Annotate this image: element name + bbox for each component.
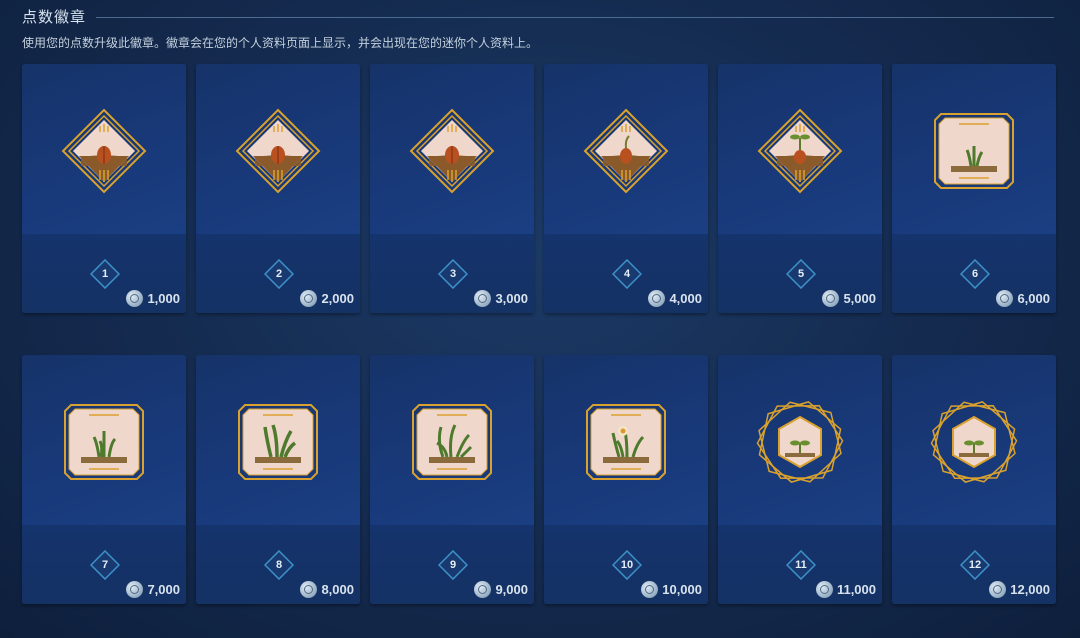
- badge-cost-value: 9,000: [495, 582, 528, 597]
- steam-points-coin-icon: [815, 581, 833, 598]
- steam-points-coin-icon: [126, 290, 144, 307]
- badge-cost-value: 4,000: [669, 291, 702, 306]
- badge-card-level-9[interactable]: 9 9,000: [370, 355, 534, 604]
- badge-level-number: 10: [620, 559, 634, 571]
- badge-level-number: 9: [449, 559, 457, 571]
- badge-image-octagon-frame: [64, 404, 144, 480]
- steam-points-coin-icon: [989, 581, 1007, 598]
- badge-card-level-7[interactable]: 7 7,000: [22, 355, 186, 604]
- badge-grid: 1 1,000 2 2,000 3 3,000 4 4,000 5 5,000 6 6,000 7 7,0…: [22, 64, 1056, 604]
- badge-card-level-2[interactable]: 2 2,000: [196, 64, 360, 313]
- badge-cost: 6,000: [996, 290, 1050, 307]
- section-subtitle: 使用您的点数升级此徽章。徽章会在您的个人资料页面上显示，并会出现在您的迷你个人资…: [22, 36, 539, 50]
- section-title: 点数徽章: [22, 8, 87, 26]
- steam-points-coin-icon: [300, 290, 318, 307]
- badge-level-number: 4: [623, 268, 631, 280]
- badge-image-octagon-frame: [934, 113, 1014, 189]
- badge-cost: 1,000: [126, 290, 180, 307]
- badge-cost-value: 1,000: [147, 291, 180, 306]
- badge-cost-value: 8,000: [321, 582, 354, 597]
- badge-image-diamond-frame: [61, 108, 147, 194]
- badge-image-octagon-frame: [412, 404, 492, 480]
- badge-cost-value: 5,000: [843, 291, 876, 306]
- badge-cost: 2,000: [300, 290, 354, 307]
- badge-level-number: 6: [971, 268, 979, 280]
- badge-cost-value: 7,000: [147, 582, 180, 597]
- badge-image-diamond-frame: [757, 108, 843, 194]
- badge-cost: 7,000: [126, 581, 180, 598]
- badge-cost-value: 10,000: [662, 582, 702, 597]
- badge-card-level-12[interactable]: 12 12,000: [892, 355, 1056, 604]
- badge-cost: 11,000: [815, 581, 876, 598]
- badge-cost-value: 3,000: [495, 291, 528, 306]
- section-header: 点数徽章 使用您的点数升级此徽章。徽章会在您的个人资料页面上显示，并会出现在您的…: [22, 6, 1054, 51]
- badge-image-octagon-frame: [238, 404, 318, 480]
- badge-level-number: 7: [101, 559, 109, 571]
- badge-cost: 10,000: [641, 581, 702, 598]
- badge-cost-value: 11,000: [836, 582, 876, 597]
- steam-points-coin-icon: [822, 290, 840, 307]
- steam-points-coin-icon: [641, 581, 659, 598]
- steam-points-coin-icon: [300, 581, 318, 598]
- steam-points-coin-icon: [126, 581, 144, 598]
- badge-image-hexagon-frame: [756, 401, 844, 483]
- badge-image-diamond-frame: [583, 108, 669, 194]
- badge-level-number: 11: [795, 559, 807, 571]
- title-divider: [96, 16, 1054, 18]
- badge-cost: 5,000: [822, 290, 876, 307]
- badge-cost: 12,000: [989, 581, 1050, 598]
- badge-cost: 8,000: [300, 581, 354, 598]
- badge-level-number: 2: [275, 268, 283, 280]
- badge-level-number: 1: [101, 268, 109, 280]
- steam-points-coin-icon: [996, 290, 1014, 307]
- badge-image-diamond-frame: [235, 108, 321, 194]
- badge-card-level-4[interactable]: 4 4,000: [544, 64, 708, 313]
- badge-cost: 9,000: [474, 581, 528, 598]
- badge-card-level-6[interactable]: 6 6,000: [892, 64, 1056, 313]
- badge-level-number: 3: [449, 268, 457, 280]
- badge-level-number: 8: [275, 559, 283, 571]
- badge-image-octagon-frame: [586, 404, 666, 480]
- badge-cost: 4,000: [648, 290, 702, 307]
- badge-image-diamond-frame: [409, 108, 495, 194]
- steam-points-coin-icon: [648, 290, 666, 307]
- badge-level-number: 5: [797, 268, 805, 280]
- steam-points-coin-icon: [474, 290, 492, 307]
- badge-card-level-11[interactable]: 11 11,000: [718, 355, 882, 604]
- badge-card-level-1[interactable]: 1 1,000: [22, 64, 186, 313]
- badge-cost: 3,000: [474, 290, 528, 307]
- steam-points-coin-icon: [474, 581, 492, 598]
- badge-card-level-3[interactable]: 3 3,000: [370, 64, 534, 313]
- badge-cost-value: 12,000: [1010, 582, 1050, 597]
- badge-level-number: 12: [968, 559, 982, 571]
- badge-card-level-8[interactable]: 8 8,000: [196, 355, 360, 604]
- badge-image-hexagon-frame: [930, 401, 1018, 483]
- badge-card-level-10[interactable]: 10 10,000: [544, 355, 708, 604]
- badge-cost-value: 6,000: [1017, 291, 1050, 306]
- badge-cost-value: 2,000: [321, 291, 354, 306]
- badge-card-level-5[interactable]: 5 5,000: [718, 64, 882, 313]
